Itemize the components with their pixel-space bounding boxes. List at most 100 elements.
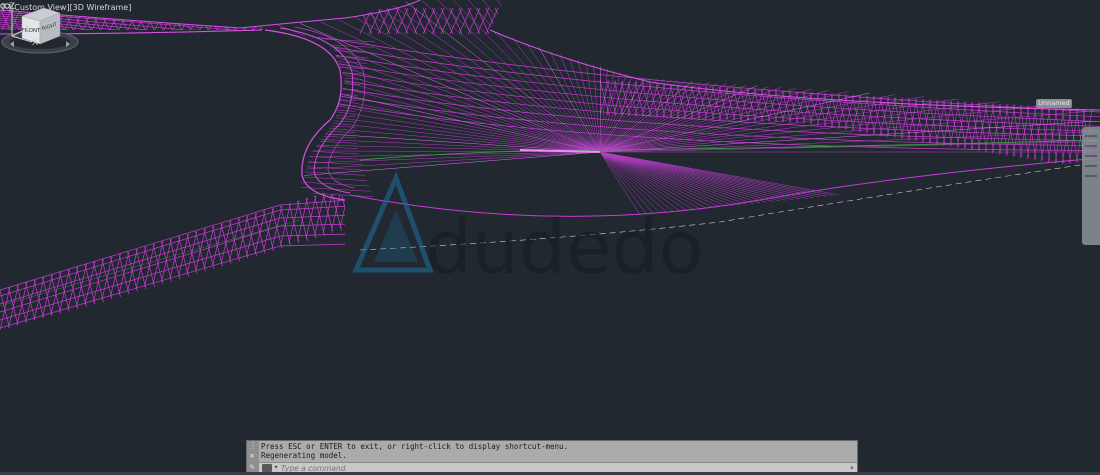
mesh-edge: [101, 151, 601, 171]
mesh-edge: [179, 7, 193, 35]
mesh-edge: [170, 7, 184, 35]
command-line-grip[interactable]: ⋮ ✕ ✎: [247, 441, 259, 473]
mesh-edge: [179, 7, 193, 35]
grip-dots-icon: ⋮: [249, 441, 257, 450]
mesh-edge: [304, 37, 376, 43]
mesh-edge: [293, 69, 364, 75]
drawing-viewport[interactable]: dudedo [-][Custom View][3D Wireframe] FR…: [0, 0, 1100, 475]
navbar-orbit-icon[interactable]: [1085, 165, 1097, 167]
command-history-line: Regenerating model.: [261, 451, 347, 460]
mesh-edge: [291, 75, 362, 80]
mesh-edge: [530, 7, 544, 35]
navigation-bar[interactable]: [1082, 127, 1100, 245]
command-history: Press ESC or ENTER to exit, or right-cli…: [261, 442, 855, 460]
mesh-edge: [599, 0, 745, 153]
mesh-edge: [599, 151, 707, 209]
mesh-edge: [349, 185, 359, 225]
mesh-edge: [224, 7, 238, 35]
mesh-edge: [128, 68, 601, 153]
command-line-window[interactable]: ⋮ ✕ ✎ Press ESC or ENTER to exit, or rig…: [246, 440, 858, 474]
command-prompt-icon[interactable]: [262, 464, 272, 472]
ucs-x-label: X: [32, 38, 38, 46]
left-road-mesh: [0, 182, 359, 330]
mesh-edge: [599, 151, 774, 202]
close-icon[interactable]: ✕: [246, 451, 258, 460]
mesh-edge: [499, 0, 601, 153]
mesh-edge: [263, 0, 601, 153]
mesh-edge: [302, 192, 373, 197]
mesh-edge: [599, 151, 747, 205]
navbar-pan-icon[interactable]: [1085, 145, 1097, 147]
watermark: dudedo: [352, 171, 704, 291]
mesh-edge: [503, 7, 517, 35]
mesh-edge: [521, 7, 535, 35]
mesh-edge: [599, 151, 727, 207]
mesh-edge: [599, 151, 787, 201]
ucs-z-label: Z: [9, 2, 15, 12]
mesh-edge: [0, 23, 1100, 142]
mesh-edge: [0, 17, 1100, 127]
mesh-edge: [0, 21, 1100, 137]
mesh-edge: [599, 42, 1050, 153]
mesh-edge: [170, 7, 184, 35]
navbar-showmotion-icon[interactable]: [1085, 175, 1097, 177]
mesh-edge: [285, 101, 356, 107]
ucs-name: Unnamed: [1038, 99, 1070, 107]
mesh-edge: [599, 151, 721, 208]
mesh-edge: [288, 85, 359, 91]
mesh-edge: [296, 59, 367, 64]
chevron-down-icon[interactable]: ▾: [274, 463, 278, 471]
mesh-edge: [599, 0, 725, 153]
mesh-edge: [599, 0, 969, 153]
mesh-edge: [599, 0, 603, 153]
mesh-edge: [512, 7, 526, 35]
mesh-edge: [285, 107, 356, 112]
mesh-edge: [512, 7, 526, 35]
navbar-zoom-icon[interactable]: [1085, 155, 1097, 157]
mesh-canvas[interactable]: dudedo: [0, 0, 1100, 475]
mesh-edge: [599, 151, 827, 197]
mesh-edge: [298, 181, 369, 187]
mesh-edge: [206, 7, 220, 35]
mesh-edge: [349, 182, 359, 225]
mesh-edge: [278, 0, 601, 153]
mesh-edge: [197, 7, 211, 35]
mesh-edge: [503, 7, 517, 35]
mesh-edge: [290, 80, 361, 85]
ucs-menu-button[interactable]: Unnamed: [1036, 99, 1072, 108]
mesh-edge: [286, 139, 357, 144]
mesh-edge: [599, 51, 1059, 153]
navbar-steering-wheel-icon[interactable]: [1085, 135, 1097, 137]
mesh-edge: [188, 7, 202, 35]
mesh-edge: [152, 7, 166, 35]
mesh-edge: [161, 7, 175, 35]
wrench-icon[interactable]: ✎: [246, 462, 258, 471]
mesh-edge: [188, 7, 202, 35]
mesh-edge: [599, 151, 814, 198]
chevron-up-icon[interactable]: ▴: [850, 463, 854, 471]
mesh-edge: [215, 7, 229, 35]
command-history-line: Press ESC or ENTER to exit, or right-cli…: [261, 442, 569, 451]
mesh-edge: [599, 0, 996, 153]
mesh-edge: [599, 0, 875, 153]
mesh-edge: [521, 7, 535, 35]
mesh-edge: [206, 7, 220, 35]
mesh-edge: [599, 141, 1100, 153]
mesh-edge: [224, 7, 238, 35]
mesh-edge: [215, 7, 229, 35]
mesh-edge: [287, 91, 358, 96]
mesh-edge: [285, 123, 356, 128]
mesh-edge: [172, 22, 601, 153]
watermark-text: dudedo: [425, 205, 704, 291]
mesh-edge: [161, 7, 175, 35]
mesh-edge: [152, 7, 166, 35]
mesh-edge: [494, 7, 508, 35]
mesh-edge: [152, 40, 601, 153]
ucs-y-label: Y: [24, 24, 30, 33]
mesh-edge: [288, 149, 359, 155]
mesh-edge: [135, 59, 601, 153]
mesh-edge: [107, 108, 601, 153]
mesh-edge: [197, 7, 211, 35]
mesh-edge: [459, 0, 601, 153]
mesh-edge: [0, 13, 1100, 118]
